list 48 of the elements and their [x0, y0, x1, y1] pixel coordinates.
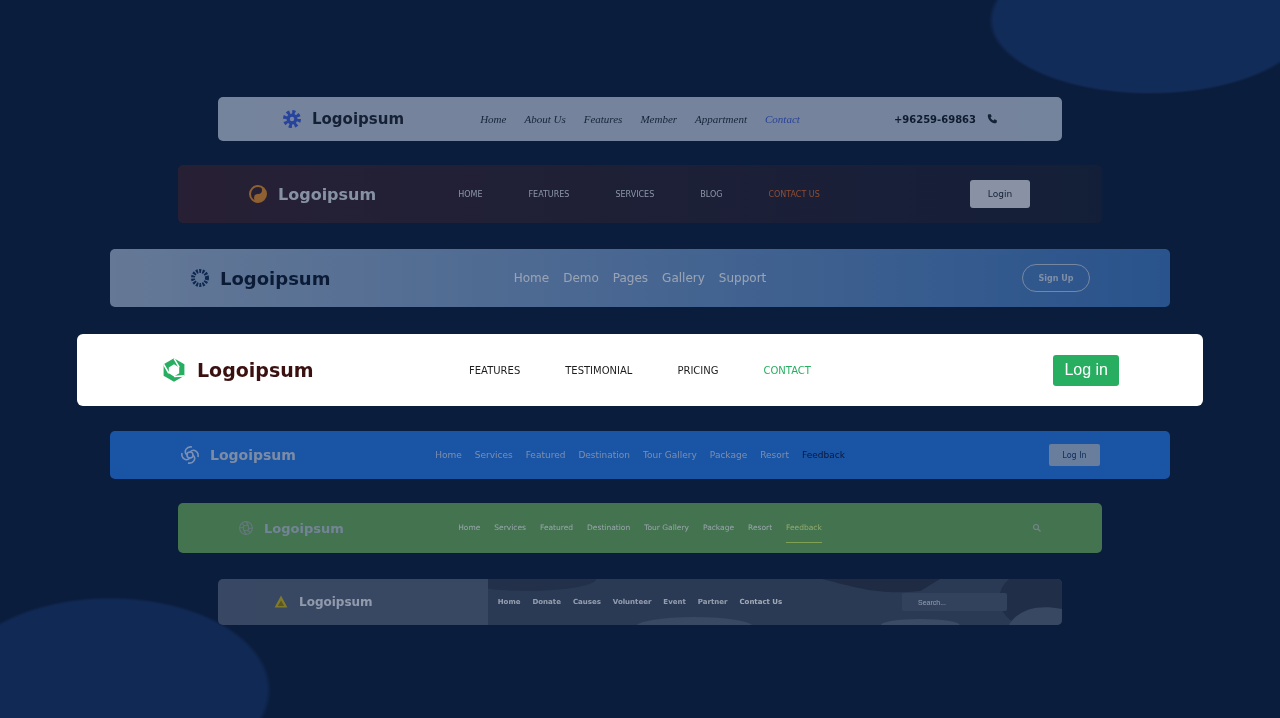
gear-icon: [282, 109, 302, 129]
login-button[interactable]: Login: [970, 180, 1030, 208]
brand-name: Logoipsum: [312, 110, 405, 128]
login-button[interactable]: Log in: [1053, 354, 1119, 386]
nav-link[interactable]: FEATURES: [469, 364, 521, 376]
brand-name: Logoipsum: [210, 447, 296, 463]
phone-number: +96259-69863: [893, 113, 976, 125]
nav-link[interactable]: FEATURES: [528, 189, 570, 199]
triangle-icon: [273, 594, 289, 610]
nav-link[interactable]: Home: [480, 113, 507, 125]
nav-link[interactable]: Package: [709, 450, 748, 460]
nav-link[interactable]: Features: [583, 113, 623, 125]
nav-link[interactable]: Services: [474, 450, 513, 460]
nav-link[interactable]: TESTIMONIAL: [565, 364, 633, 376]
brand-name: Logoipsum: [278, 184, 377, 204]
nav-link[interactable]: Gallery: [662, 271, 705, 285]
nav-link[interactable]: Resort: [760, 450, 789, 460]
nav-link[interactable]: Appartment: [695, 113, 747, 125]
nav-link[interactable]: CONTACT: [763, 364, 811, 376]
brand-name: Logoipsum: [299, 595, 373, 609]
nav-link[interactable]: CONTACT US: [768, 189, 820, 199]
nav-link[interactable]: Member: [640, 113, 678, 125]
nav-link[interactable]: Featured: [525, 450, 566, 460]
nav-link[interactable]: Tour Gallery: [643, 450, 697, 460]
nav-link[interactable]: BLOG: [700, 189, 723, 199]
circle-icon: [248, 184, 268, 204]
ring-icon: [190, 268, 210, 288]
aperture-icon: [238, 520, 254, 536]
phone-icon: [986, 113, 998, 125]
nav-link[interactable]: About Us: [524, 113, 566, 125]
search-icon: [1032, 523, 1042, 533]
nav-link[interactable]: HOME: [458, 189, 483, 199]
brand-name: Logoipsum: [197, 359, 314, 381]
nav-link[interactable]: SERVICES: [615, 189, 655, 199]
nav-link[interactable]: Pages: [612, 271, 649, 285]
login-button[interactable]: Log In: [1049, 444, 1100, 466]
nav-link[interactable]: Home: [513, 271, 550, 285]
brand-name: Logoipsum: [220, 267, 331, 289]
nav-link[interactable]: Contact: [765, 113, 800, 125]
swirl-icon: [180, 445, 200, 465]
nav-link[interactable]: Home: [435, 450, 462, 460]
nav-link[interactable]: Support: [718, 271, 767, 285]
nav-link[interactable]: Feedback: [802, 450, 845, 460]
hexagon-icon: [161, 357, 187, 383]
nav-link[interactable]: Destination: [578, 450, 631, 460]
nav-link[interactable]: PRICING: [677, 364, 719, 376]
nav-link[interactable]: Demo: [563, 271, 599, 285]
brand-name: Logoipsum: [264, 520, 344, 536]
